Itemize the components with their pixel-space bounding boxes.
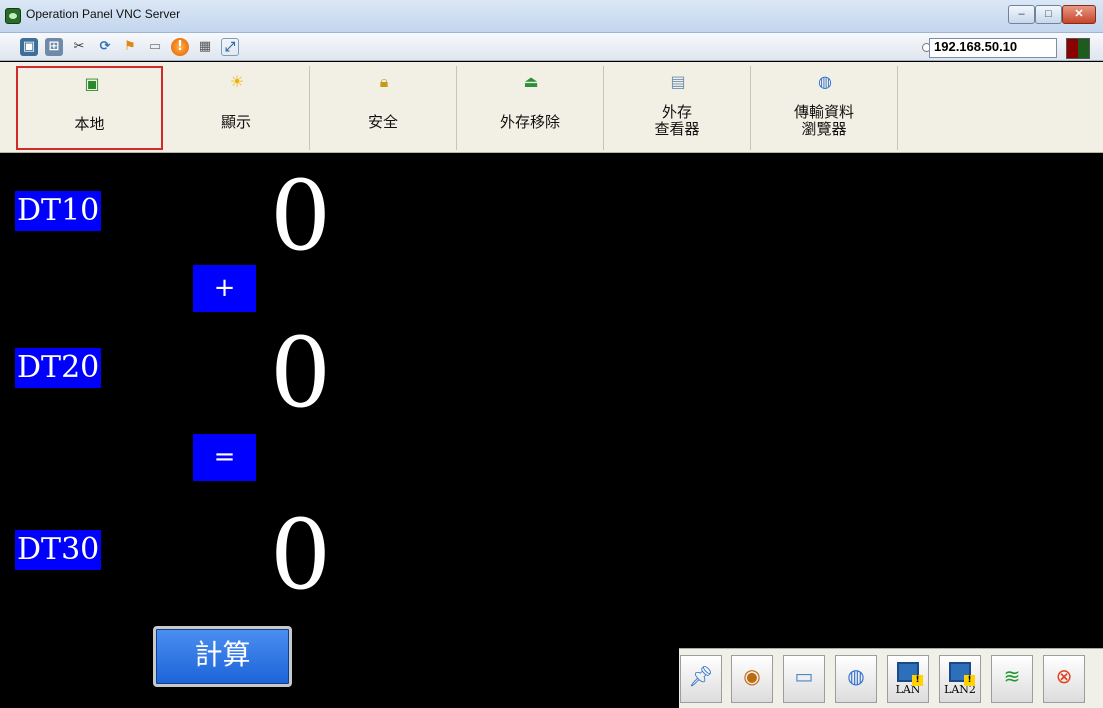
- alert-icon[interactable]: !: [171, 38, 189, 56]
- sun-icon: ☀: [229, 72, 245, 91]
- windows-icon[interactable]: ⚑: [121, 38, 139, 56]
- tab-display[interactable]: ☀ 顯示: [163, 66, 310, 150]
- tab-storage-viewer[interactable]: ▤ 外存 查看器: [604, 66, 751, 150]
- minimize-button[interactable]: –: [1008, 5, 1035, 24]
- tab-security[interactable]: 🔒︎ 安全: [310, 66, 457, 150]
- tab-local[interactable]: ▣ 本地: [16, 66, 163, 150]
- dt20-label: DT20: [15, 348, 102, 388]
- dt10-value[interactable]: 0: [270, 168, 331, 264]
- drive-icon[interactable]: ▭: [146, 38, 164, 56]
- tab-label: 傳輸資料 瀏覽器: [793, 103, 854, 138]
- plus-operator: +: [193, 265, 256, 312]
- lan2-icon: [949, 662, 975, 686]
- tray-globe[interactable]: ◍: [835, 655, 877, 703]
- tray-media[interactable]: ◉: [731, 655, 773, 703]
- tab-label: 本地: [74, 115, 105, 133]
- network-delete-icon[interactable]: ▦: [196, 38, 214, 56]
- tray-lan2[interactable]: LAN2: [939, 655, 981, 703]
- tools-icon[interactable]: ✂: [70, 38, 88, 56]
- tab-bar: ▣ 本地 ☀ 顯示 🔒︎ 安全 ⏏ 外存移除 ▤ 外存 查看器 ◍ 傳輸資料 瀏…: [0, 62, 1103, 153]
- equals-operator: =: [193, 434, 256, 481]
- tray-lan[interactable]: LAN: [887, 655, 929, 703]
- tray-pin[interactable]: 📌︎: [680, 655, 722, 703]
- status-tray: 📌︎ ◉ ▭ ◍ LAN LAN2 ≋ ⊗: [679, 648, 1103, 708]
- close-button[interactable]: ✕: [1062, 5, 1096, 24]
- window-title: Operation Panel VNC Server: [26, 7, 181, 21]
- computer-icon: ▭: [794, 664, 814, 688]
- tab-label: 顯示: [220, 113, 251, 131]
- tab-label: 外存移除: [499, 113, 560, 131]
- dt30-value: 0: [270, 499, 332, 611]
- tray-exit[interactable]: ⊗: [1043, 655, 1085, 703]
- dt10-label: DT10: [15, 191, 102, 231]
- title-bar: Operation Panel VNC Server – □ ✕: [0, 0, 1103, 33]
- wifi-icon: ≋: [1003, 664, 1021, 688]
- address-field[interactable]: 192.168.50.10: [929, 38, 1057, 58]
- tree-icon[interactable]: ⊞: [45, 38, 63, 56]
- local-screen-icon: ▣: [84, 74, 100, 93]
- lan-icon: [897, 662, 923, 686]
- tray-wifi[interactable]: ≋: [991, 655, 1033, 703]
- status-color-indicator[interactable]: [1066, 38, 1090, 59]
- refresh-icon[interactable]: ⟳: [96, 38, 114, 56]
- dt20-value[interactable]: 0: [270, 325, 331, 421]
- folder-icon: ▤: [670, 72, 686, 91]
- lock-icon: 🔒︎: [379, 72, 389, 91]
- maximize-button[interactable]: □: [1035, 5, 1062, 24]
- monitor-icon[interactable]: ▣: [20, 38, 38, 56]
- calculate-button[interactable]: 計算: [153, 626, 292, 687]
- dt30-label: DT30: [15, 530, 102, 570]
- tab-transfer-browser[interactable]: ◍ 傳輸資料 瀏覽器: [751, 66, 898, 150]
- tab-label: 安全: [367, 113, 398, 131]
- eject-storage-icon: ⏏: [523, 72, 539, 91]
- tab-eject-storage[interactable]: ⏏ 外存移除: [457, 66, 604, 150]
- media-icon: ◉: [743, 664, 761, 688]
- close-circle-icon: ⊗: [1055, 664, 1073, 688]
- pin-icon: 📌︎: [688, 664, 714, 688]
- tab-label: 外存 查看器: [654, 103, 700, 138]
- fullscreen-icon[interactable]: ⤢: [221, 38, 239, 56]
- vnc-app-icon: [5, 8, 21, 24]
- tray-computer[interactable]: ▭: [783, 655, 825, 703]
- globe-icon: ◍: [847, 664, 865, 688]
- globe-icon: ◍: [818, 72, 832, 91]
